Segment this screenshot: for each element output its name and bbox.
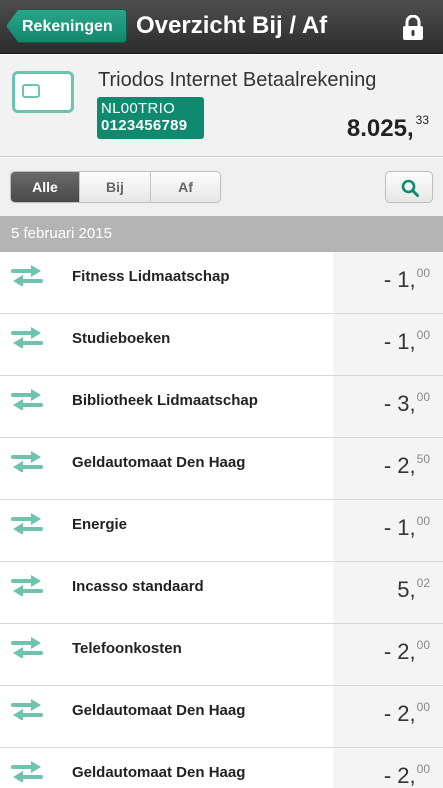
transfer-arrows-icon [11, 637, 43, 658]
amount-cents: 00 [416, 700, 430, 714]
transaction-description: Incasso standaard [72, 578, 204, 595]
account-balance: 8.025, 33 [347, 113, 429, 143]
amount-cents: 00 [416, 266, 430, 280]
amount-cents: 02 [416, 576, 430, 590]
transaction-row[interactable]: Geldautomaat Den Haag - 2,50 [0, 438, 443, 500]
transaction-amount: 5,02 [397, 576, 430, 603]
transaction-description: Studieboeken [72, 330, 171, 347]
amount-main: 5, [397, 577, 416, 602]
filter-segmented-control: Alle Bij Af [10, 171, 221, 203]
amount-main: - 2, [383, 701, 416, 726]
transaction-description: Telefoonkosten [72, 640, 182, 657]
page-title: Overzicht Bij / Af [136, 12, 328, 39]
balance-main: 8.025, [346, 115, 414, 142]
transaction-row[interactable]: Bibliotheek Lidmaatschap - 3,00 [0, 376, 443, 438]
transaction-description: Geldautomaat Den Haag [72, 702, 246, 719]
account-name: Triodos Internet Betaalrekening [98, 69, 377, 91]
iban-badge: NL00TRIO 0123456789 [97, 97, 204, 139]
transaction-amount: - 2,00 [384, 638, 430, 665]
transaction-amount: - 3,00 [384, 390, 430, 417]
transaction-amount: - 1,00 [384, 514, 430, 541]
transfer-arrows-icon [11, 761, 43, 782]
tab-bij[interactable]: Bij [80, 172, 151, 202]
amount-cents: 00 [416, 390, 430, 404]
bank-card-icon [12, 71, 74, 113]
transaction-description: Fitness Lidmaatschap [72, 268, 230, 285]
account-header[interactable]: Triodos Internet Betaalrekening NL00TRIO… [0, 55, 443, 157]
transfer-arrows-icon [11, 513, 43, 534]
amount-main: - 1, [383, 515, 416, 540]
tab-af[interactable]: Af [151, 172, 220, 202]
amount-cents: 00 [416, 328, 430, 342]
iban-bank-code: NL00TRIO [101, 100, 176, 117]
amount-main: - 2, [383, 763, 416, 788]
amount-cents: 00 [416, 638, 430, 652]
search-icon [401, 179, 419, 197]
balance-cents: 33 [415, 113, 429, 127]
transaction-description: Geldautomaat Den Haag [72, 764, 246, 781]
transaction-amount: - 2,00 [384, 700, 430, 727]
transaction-row[interactable]: Incasso standaard 5,02 [0, 562, 443, 624]
amount-cents: 00 [416, 514, 430, 528]
transaction-description: Geldautomaat Den Haag [72, 454, 246, 471]
amount-cents: 50 [416, 452, 430, 466]
transaction-amount: - 1,00 [384, 328, 430, 355]
amount-main: - 2, [383, 639, 416, 664]
transaction-row[interactable]: Fitness Lidmaatschap - 1,00 [0, 252, 443, 314]
transaction-row[interactable]: Geldautomaat Den Haag - 2,00 [0, 686, 443, 748]
card-chip-icon [22, 84, 40, 98]
transfer-arrows-icon [11, 327, 43, 348]
amount-main: - 1, [383, 329, 416, 354]
transfer-arrows-icon [11, 575, 43, 596]
amount-cents: 00 [416, 762, 430, 776]
transfer-arrows-icon [11, 265, 43, 286]
transaction-amount: - 1,00 [384, 266, 430, 293]
iban-account-number: 0123456789 [101, 117, 188, 134]
transaction-amount: - 2,00 [384, 762, 430, 788]
transaction-row[interactable]: Energie - 1,00 [0, 500, 443, 562]
lock-icon[interactable] [402, 15, 424, 41]
transfer-arrows-icon [11, 451, 43, 472]
transaction-row[interactable]: Studieboeken - 1,00 [0, 314, 443, 376]
tab-alle[interactable]: Alle [11, 172, 80, 202]
transfer-arrows-icon [11, 699, 43, 720]
transaction-description: Energie [72, 516, 128, 533]
amount-main: - 2, [383, 453, 416, 478]
transaction-list: Fitness Lidmaatschap - 1,00 Studieboeken… [0, 252, 443, 788]
filter-row: Alle Bij Af [0, 158, 443, 216]
transaction-description: Bibliotheek Lidmaatschap [72, 392, 258, 409]
transaction-row[interactable]: Geldautomaat Den Haag - 2,00 [0, 748, 443, 788]
search-button[interactable] [385, 171, 433, 203]
transaction-row[interactable]: Telefoonkosten - 2,00 [0, 624, 443, 686]
amount-main: - 1, [383, 267, 416, 292]
transaction-amount: - 2,50 [384, 452, 430, 479]
top-bar: Rekeningen Overzicht Bij / Af [0, 0, 443, 54]
date-header: 5 februari 2015 [0, 216, 443, 252]
back-button-rekeningen[interactable]: Rekeningen [6, 9, 127, 43]
transfer-arrows-icon [11, 389, 43, 410]
amount-main: - 3, [383, 391, 416, 416]
